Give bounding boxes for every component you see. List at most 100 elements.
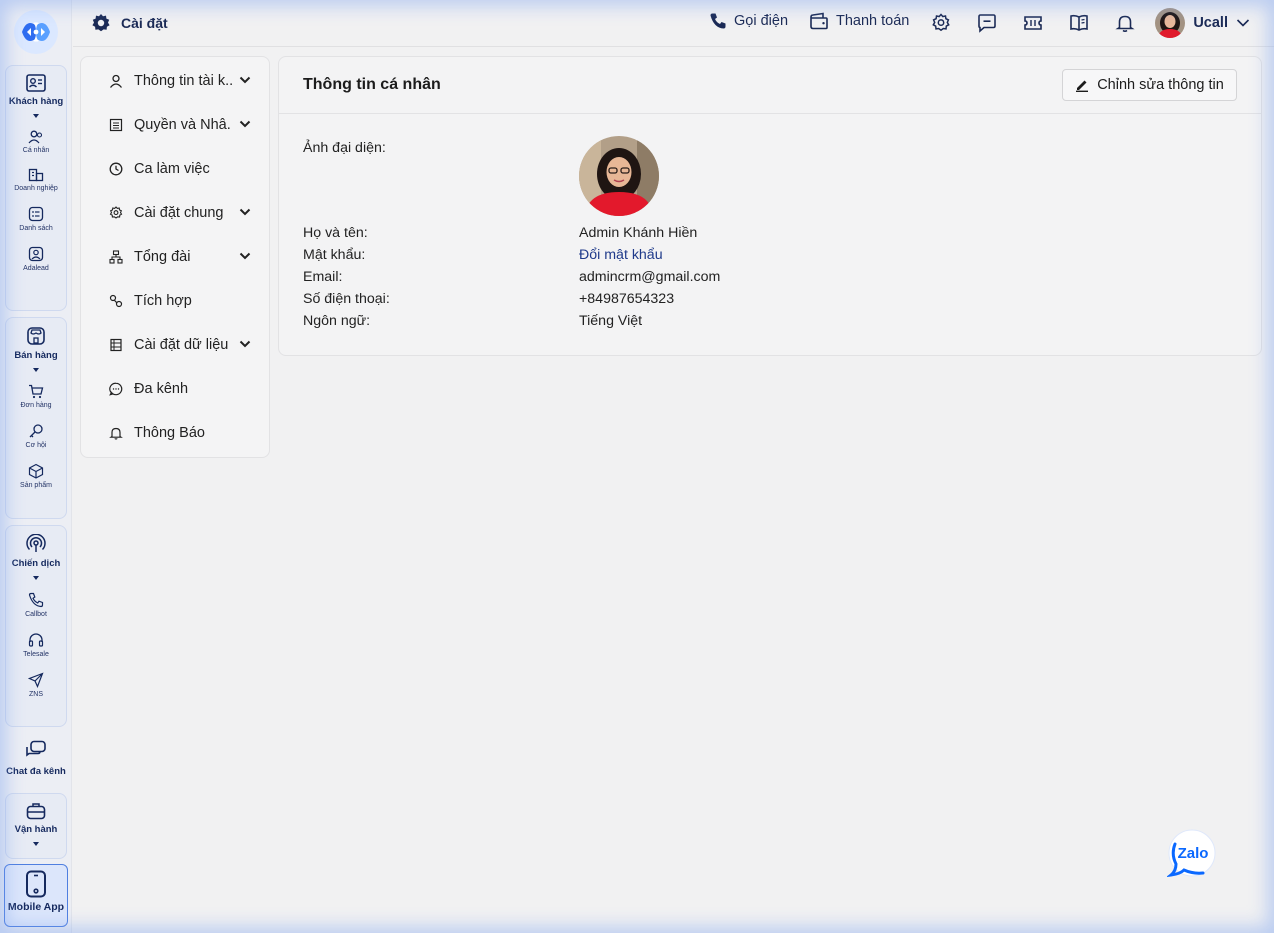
rail-label-sales: Bán hàng: [14, 350, 58, 361]
settings-icon[interactable]: [931, 13, 951, 38]
top-bar: Cài đặt Gọi điện Thanh toán Ucall: [73, 0, 1274, 47]
cart-icon: [29, 384, 44, 399]
phone-value: +84987654323: [579, 291, 675, 307]
book-icon[interactable]: [1069, 13, 1089, 38]
menu-item-permissions[interactable]: Quyền và Nhâ...: [81, 103, 271, 147]
menu-item-label: Tích hợp: [134, 293, 192, 309]
full-name-value: Admin Khánh Hiền: [579, 225, 698, 241]
user-icon: [109, 74, 123, 88]
rail-sub-label: Sản phẩm: [20, 482, 52, 489]
rail-sub-label: Doanh nghiệp: [14, 185, 58, 192]
chevron-down-icon: [239, 120, 251, 128]
rail-group-customers: Khách hàng Cá nhân Doanh nghiệp Danh sác…: [5, 65, 67, 311]
rail-item-callbot[interactable]: Callbot: [6, 592, 66, 618]
wallet-icon: [810, 12, 828, 30]
password-label: Mật khẩu:: [303, 247, 366, 263]
rail-head-customers[interactable]: Khách hàng: [6, 66, 66, 118]
menu-item-label: Cài đặt chung: [134, 205, 224, 221]
mobile-app-label: Mobile App: [7, 901, 65, 913]
rail-sub-label: Callbot: [25, 611, 47, 618]
caret-down-icon: [33, 114, 39, 118]
avatar-label: Ảnh đại diện:: [303, 140, 386, 156]
profile-avatar[interactable]: [579, 136, 659, 216]
menu-item-label: Đa kênh: [134, 381, 189, 397]
message-icon[interactable]: [977, 13, 997, 38]
rail-item-individual[interactable]: Cá nhân: [6, 130, 66, 154]
send-icon: [28, 672, 44, 688]
rail-item-telesale[interactable]: Telesale: [6, 632, 66, 658]
rail-head-campaign[interactable]: Chiến dịch: [6, 526, 66, 580]
menu-item-label: Cài đặt dữ liệu: [134, 337, 229, 353]
change-password-link[interactable]: Đổi mật khẩu: [579, 247, 663, 263]
rail-item-list[interactable]: Danh sách: [6, 206, 66, 232]
app-logo[interactable]: [14, 10, 58, 54]
rail-sub-label: Cá nhân: [22, 147, 50, 154]
rail-sub-label: Cơ hội: [25, 442, 47, 449]
profile-card: Thông tin cá nhân Chỉnh sửa thông tin Ản…: [278, 56, 1262, 356]
rail-group-sales: Bán hàng Đơn hàng Cơ hội Sản phẩm: [5, 317, 67, 519]
users-icon: [28, 130, 43, 144]
settings-menu: Thông tin tài k... Quyền và Nhâ... Ca là…: [80, 56, 270, 458]
list-icon: [28, 206, 44, 222]
zalo-chat-button[interactable]: Zalo: [1166, 828, 1217, 878]
user-menu[interactable]: Ucall: [1155, 8, 1250, 38]
mobile-app-button[interactable]: Mobile App: [4, 864, 68, 927]
menu-item-label: Thông tin tài k...: [134, 73, 232, 89]
building-icon: [28, 168, 44, 182]
box-icon: [28, 463, 44, 479]
page-title: Cài đặt: [91, 13, 168, 33]
menu-item-shifts[interactable]: Ca làm việc: [81, 147, 271, 191]
rail-head-operations[interactable]: Vận hành: [6, 794, 66, 846]
rail-item-orders[interactable]: Đơn hàng: [6, 384, 66, 409]
chevron-down-icon: [239, 76, 251, 84]
menu-item-integrations[interactable]: Tích hợp: [81, 279, 271, 323]
menu-item-account-info[interactable]: Thông tin tài k...: [81, 59, 271, 103]
ticket-icon[interactable]: [1023, 13, 1043, 38]
gear-icon: [92, 14, 110, 32]
rail-item-opportunity[interactable]: Cơ hội: [6, 423, 66, 449]
avatar: [1155, 8, 1186, 38]
rail-item-adalead[interactable]: Adalead: [6, 246, 66, 272]
chevron-down-icon: [239, 252, 251, 260]
key-icon: [29, 424, 43, 438]
full-name-label: Họ và tên:: [303, 225, 368, 241]
menu-item-label: Thông Báo: [134, 425, 205, 441]
menu-item-general-settings[interactable]: Cài đặt chung: [81, 191, 271, 235]
profile-title: Thông tin cá nhân: [303, 76, 441, 93]
rail-group-operations: Vận hành: [5, 793, 67, 859]
menu-item-switchboard[interactable]: Tổng đài: [81, 235, 271, 279]
rail-item-business[interactable]: Doanh nghiệp: [6, 168, 66, 192]
chat-icon: [109, 382, 123, 396]
call-button[interactable]: Gọi điện: [709, 12, 788, 30]
rail-label-campaign: Chiến dịch: [11, 558, 61, 569]
phone-icon: [710, 13, 726, 29]
language-label: Ngôn ngữ:: [303, 313, 371, 329]
rail-label-operations: Vận hành: [14, 824, 58, 835]
caret-down-icon: [33, 842, 39, 846]
phone-icon: [28, 592, 44, 608]
menu-item-omnichannel[interactable]: Đa kênh: [81, 367, 271, 411]
menu-item-notifications[interactable]: Thông Báo: [81, 411, 271, 455]
edit-profile-button[interactable]: Chỉnh sửa thông tin: [1062, 69, 1237, 101]
rail-label-customers: Khách hàng: [8, 96, 64, 107]
phone-label: Số điện thoại:: [303, 291, 390, 307]
page-title-text: Cài đặt: [121, 15, 168, 31]
bell-icon[interactable]: [1115, 13, 1135, 38]
pencil-icon: [1076, 80, 1089, 92]
payment-label: Thanh toán: [836, 13, 910, 29]
caret-down-icon: [33, 576, 39, 580]
rail-item-omnichannel-chat[interactable]: Chat đa kênh: [5, 740, 67, 777]
profile-card-header: Thông tin cá nhân Chỉnh sửa thông tin: [279, 57, 1261, 114]
chat-bubbles-icon: [26, 740, 46, 757]
clock-icon: [109, 162, 123, 176]
menu-item-data-settings[interactable]: Cài đặt dữ liệu: [81, 323, 271, 367]
rail-item-products[interactable]: Sản phẩm: [6, 463, 66, 489]
rail-item-zns[interactable]: ZNS: [6, 672, 66, 698]
user-square-icon: [28, 246, 44, 262]
rail-sub-label: ZNS: [29, 691, 43, 698]
database-icon: [110, 338, 122, 352]
zalo-label: Zalo: [1178, 845, 1209, 862]
payment-button[interactable]: Thanh toán: [809, 12, 909, 30]
rail-head-sales[interactable]: Bán hàng: [6, 318, 66, 372]
rail-label-chat: Chat đa kênh: [6, 766, 66, 777]
